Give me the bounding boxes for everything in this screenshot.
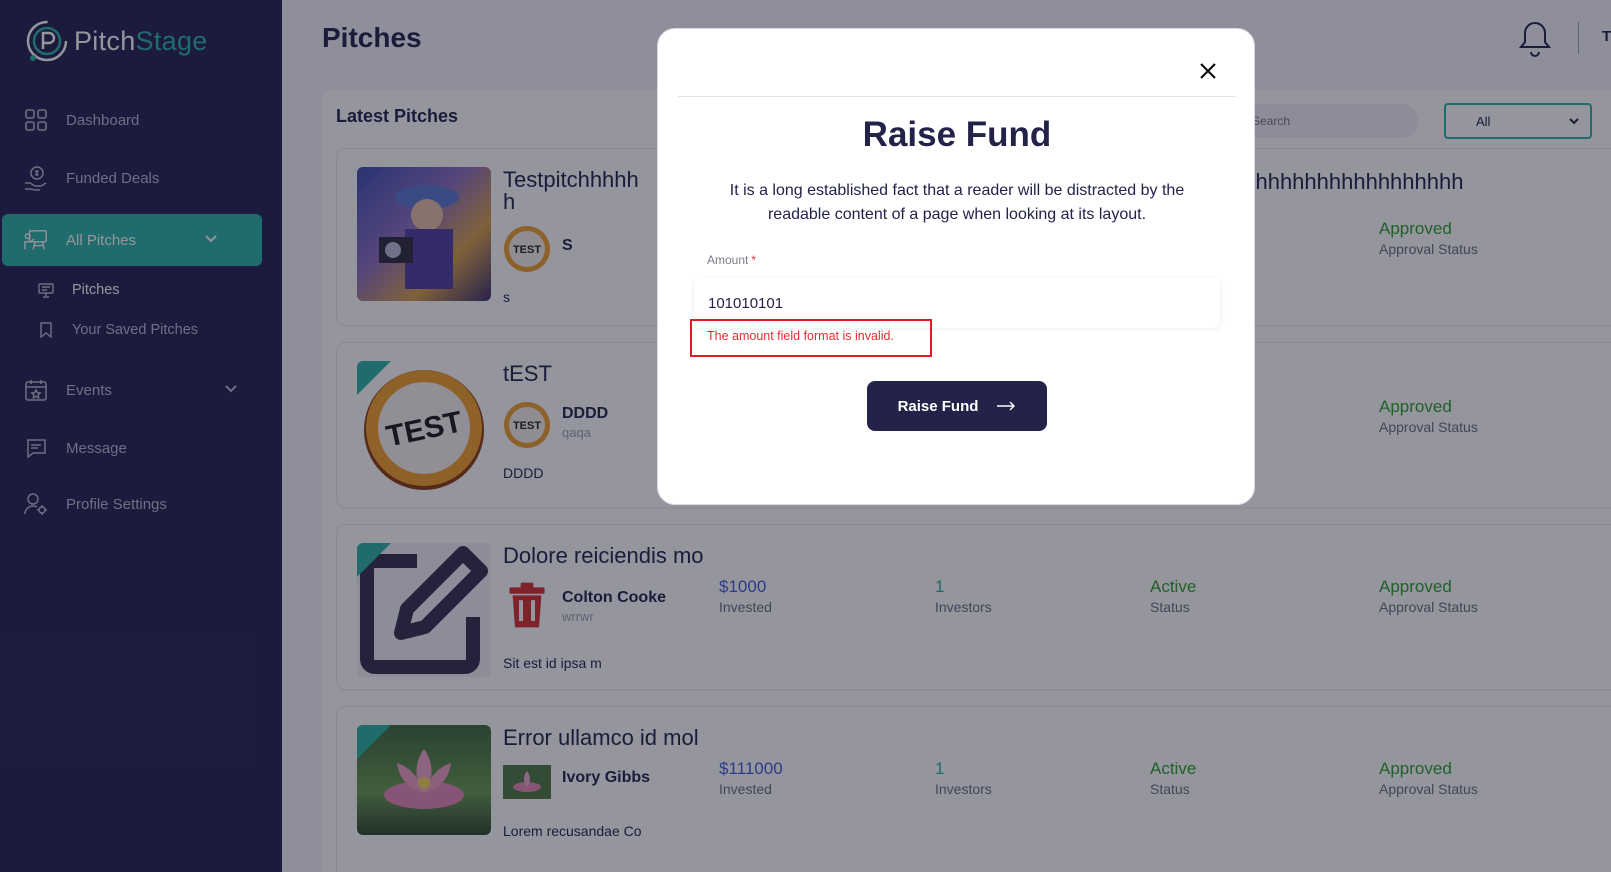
arrow-right-icon (997, 401, 1016, 411)
modal-title: Raise Fund (862, 115, 1052, 154)
modal-divider (678, 96, 1236, 97)
raise-fund-button-label: Raise Fund (897, 397, 979, 415)
raise-fund-modal: Raise Fund It is a long established fact… (657, 28, 1255, 505)
amount-label: Amount * (707, 253, 756, 267)
amount-error-message: The amount field format is invalid. (707, 329, 894, 343)
close-icon[interactable] (1198, 61, 1218, 81)
modal-description: It is a long established fact that a rea… (729, 182, 1185, 223)
raise-fund-button[interactable]: Raise Fund (867, 381, 1047, 431)
required-mark: * (751, 253, 757, 267)
amount-label-text: Amount (707, 253, 749, 267)
